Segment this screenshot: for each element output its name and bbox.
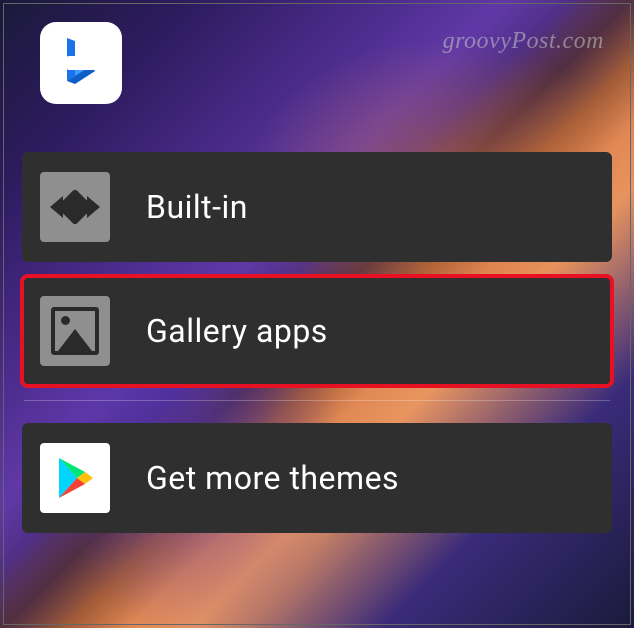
menu-item-gallery-apps[interactable]: Gallery apps <box>22 276 612 386</box>
bing-app-tile[interactable] <box>40 22 122 104</box>
gallery-icon <box>40 296 110 366</box>
theme-source-menu: Built-in Gallery apps Get more themes <box>22 152 612 547</box>
play-store-icon <box>40 443 110 513</box>
builtin-icon <box>40 172 110 242</box>
menu-item-label: Get more themes <box>146 459 399 497</box>
menu-item-label: Gallery apps <box>146 312 328 350</box>
menu-item-built-in[interactable]: Built-in <box>22 152 612 262</box>
bing-icon <box>57 36 105 90</box>
menu-divider <box>24 400 610 401</box>
menu-item-get-more-themes[interactable]: Get more themes <box>22 423 612 533</box>
watermark-text: groovyPost.com <box>443 28 604 55</box>
menu-item-label: Built-in <box>146 188 248 226</box>
